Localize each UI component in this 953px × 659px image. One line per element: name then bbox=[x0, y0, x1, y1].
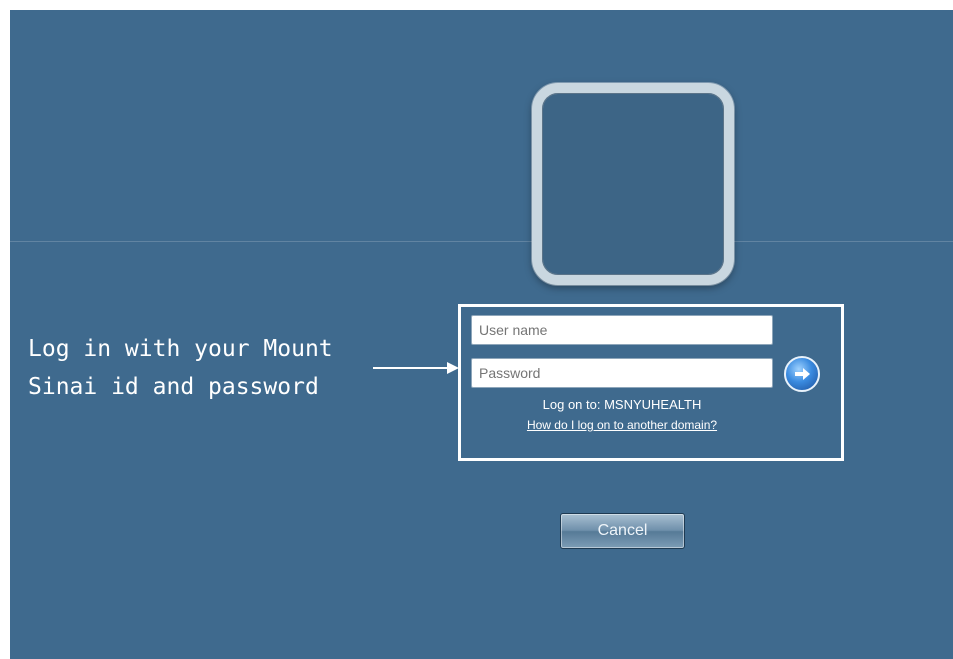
instruction-annotation: Log in with your Mount Sinai id and pass… bbox=[28, 336, 333, 400]
user-picture-tile bbox=[532, 83, 734, 285]
background-horizon-line bbox=[10, 241, 953, 242]
logon-domain-text: Log on to: MSNYUHEALTH bbox=[542, 397, 702, 412]
submit-arrow-button[interactable] bbox=[784, 356, 820, 392]
username-input[interactable] bbox=[471, 315, 773, 345]
arrow-right-icon bbox=[795, 368, 810, 380]
other-domain-link[interactable]: How do I log on to another domain? bbox=[471, 418, 773, 432]
cancel-button[interactable]: Cancel bbox=[560, 513, 685, 549]
annotation-arrow bbox=[373, 362, 459, 374]
password-input[interactable] bbox=[471, 358, 773, 388]
user-picture-frame bbox=[542, 93, 724, 275]
